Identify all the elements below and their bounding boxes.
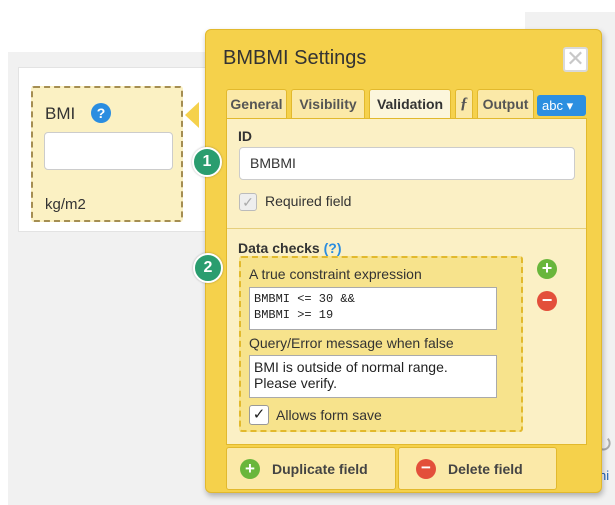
remove-data-check-button[interactable]: − (537, 291, 557, 311)
dialog-pointer-arrow (185, 102, 199, 128)
field-settings-dialog: BMBMI Settings ✕ General Visibility Vali… (205, 29, 602, 493)
duplicate-field-label: Duplicate field (272, 461, 368, 477)
bmi-unit-label: kg/m2 (45, 196, 86, 213)
constraint-expression-textarea[interactable]: BMBMI <= 30 && BMBMI >= 19 (249, 287, 497, 330)
duplicate-field-button[interactable]: + Duplicate field (226, 447, 396, 490)
data-checks-title: Data checks (238, 240, 320, 256)
close-button[interactable]: ✕ (563, 47, 588, 72)
validation-panel: ID BMBMI ✓ Required field Data checks (?… (226, 118, 587, 445)
required-field-checkbox[interactable]: ✓ (239, 193, 257, 211)
allows-form-save-label: Allows form save (276, 407, 382, 423)
required-field-label: Required field (265, 193, 352, 209)
dialog-title: BMBMI Settings (223, 47, 367, 69)
help-icon[interactable]: ? (91, 103, 111, 123)
error-message-textarea[interactable]: BMI is outside of normal range. Please v… (249, 355, 497, 398)
tab-visibility[interactable]: Visibility (291, 89, 365, 118)
tab-output[interactable]: Output (477, 89, 534, 118)
tab-general[interactable]: General (226, 89, 287, 118)
data-checks-label: Data checks (?) (238, 240, 342, 256)
data-checks-help-link[interactable]: (?) (324, 240, 342, 256)
section-divider (227, 228, 586, 229)
delete-field-button[interactable]: − Delete field (398, 447, 557, 490)
callout-badge-1: 1 (192, 147, 222, 177)
delete-field-label: Delete field (448, 461, 523, 477)
bmi-field-label: BMI (45, 104, 76, 123)
tab-formula[interactable]: ƒ (455, 89, 473, 118)
bmi-input[interactable] (44, 132, 173, 170)
add-data-check-button[interactable]: + (537, 259, 557, 279)
data-check-item: A true constraint expression BMBMI <= 30… (239, 256, 523, 432)
tab-validation[interactable]: Validation (369, 89, 451, 120)
expression-label: A true constraint expression (249, 266, 422, 282)
callout-badge-2: 2 (193, 253, 223, 283)
allows-form-save-checkbox[interactable]: ✓ (249, 405, 269, 425)
id-input[interactable]: BMBMI (239, 147, 575, 180)
id-label: ID (238, 128, 252, 144)
plus-icon: + (240, 459, 260, 479)
minus-icon: − (416, 459, 436, 479)
bmi-field-preview[interactable]: BMI ? kg/m2 (31, 86, 183, 222)
error-message-label: Query/Error message when false (249, 335, 454, 351)
field-type-dropdown[interactable]: abc ▾ (537, 95, 586, 116)
